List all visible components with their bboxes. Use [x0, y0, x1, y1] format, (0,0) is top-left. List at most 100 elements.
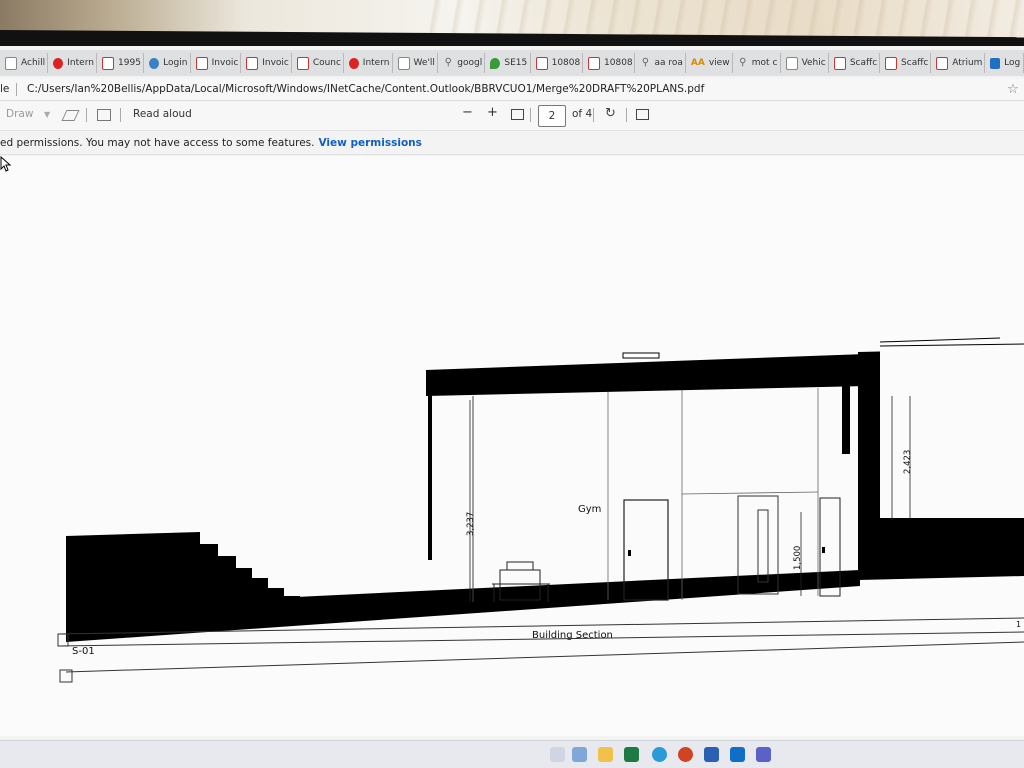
right-door-handle — [822, 547, 825, 553]
browser-tab[interactable]: 10808 — [583, 53, 636, 73]
dimension-height: 3,237 — [466, 511, 476, 536]
file-explorer-icon[interactable] — [598, 747, 613, 762]
right-column — [842, 376, 850, 454]
browser-tab[interactable]: 10808 — [531, 53, 584, 73]
edge-browser-icon[interactable] — [652, 747, 667, 762]
pdf-icon — [246, 56, 259, 70]
two-page-view-icon[interactable] — [97, 109, 111, 121]
store-icon[interactable] — [572, 747, 587, 762]
roof-slab — [426, 354, 866, 396]
toolbar-divider — [120, 108, 121, 122]
toolbar-divider — [593, 108, 594, 122]
page-count: of 4 — [572, 108, 593, 120]
search-icon: ⚲ — [739, 57, 747, 68]
title-line — [65, 641, 1024, 673]
blue-circle-icon — [149, 57, 160, 69]
toolbar-divider — [530, 108, 531, 122]
permissions-info-bar: ed permissions. You may not have access … — [0, 132, 1024, 155]
browser-tab[interactable]: Invoic — [191, 53, 242, 73]
interior-line — [681, 491, 819, 495]
aa-icon: AA — [690, 57, 705, 68]
edge-mark: 1 — [1016, 620, 1022, 629]
right-void-line — [879, 337, 1001, 343]
zoom-in-button[interactable]: + — [487, 105, 498, 120]
browser-tab[interactable]: ⚲ mot c — [733, 53, 781, 73]
chevron-down-icon[interactable]: ▼ — [44, 110, 50, 119]
draw-button[interactable]: Draw — [6, 108, 33, 120]
browser-tab[interactable]: Login — [144, 53, 191, 73]
browser-tab[interactable]: Log — [985, 53, 1024, 73]
mouse-cursor-icon — [0, 156, 12, 172]
dimension-right: 2,423 — [903, 449, 913, 474]
pdf-icon — [885, 56, 898, 70]
pdf-icon — [195, 56, 208, 70]
outlook-icon[interactable] — [730, 747, 745, 762]
address-bar[interactable]: le C:/Users/Ian%20Bellis/AppData/Local/M… — [0, 78, 1024, 101]
read-aloud-button[interactable]: Read aloud — [133, 108, 192, 120]
browser-tab[interactable]: ⚲ googl — [438, 53, 486, 73]
red-circle-icon — [53, 57, 64, 69]
toolbar-divider — [86, 108, 87, 122]
page-number-input[interactable]: 2 — [538, 105, 566, 127]
tall-slot — [757, 509, 769, 583]
pdf-toolbar: Draw ▼ Read aloud − + 2 of 4 ↻ — [0, 102, 1024, 131]
search-icon: ⚲ — [444, 57, 452, 68]
address-separator — [16, 82, 17, 96]
windows-icon — [990, 57, 1001, 69]
browser-tab[interactable]: AA view — [686, 53, 733, 73]
browser-tab[interactable]: Counc — [292, 53, 344, 73]
browser-tab[interactable]: SE15 — [485, 53, 531, 73]
browser-tab[interactable]: Atrium — [931, 53, 986, 73]
browser-tab[interactable]: 1995 — [97, 53, 145, 73]
browser-tab[interactable]: Invoic — [241, 53, 292, 73]
view-permissions-link[interactable]: View permissions — [318, 137, 421, 149]
search-icon: ⚲ — [641, 57, 650, 68]
browser-tab[interactable]: Scaffc — [880, 53, 932, 73]
zoom-out-button[interactable]: − — [462, 105, 473, 120]
address-url[interactable]: C:/Users/Ian%20Bellis/AppData/Local/Micr… — [27, 83, 1002, 95]
door-handle — [628, 550, 631, 556]
room-label-gym: Gym — [578, 504, 602, 515]
red-circle-icon — [348, 57, 359, 69]
browser-tab[interactable]: Achill — [0, 53, 49, 73]
eraser-icon[interactable] — [61, 110, 80, 121]
pdf-icon — [588, 56, 601, 70]
address-prefix: le — [0, 83, 10, 95]
fit-page-icon[interactable] — [511, 109, 524, 120]
page-icon — [5, 56, 17, 70]
powerpoint-icon[interactable] — [678, 747, 693, 762]
browser-tab[interactable]: Intern — [48, 53, 98, 73]
browser-tab[interactable]: ⚲ aa roa — [635, 53, 686, 73]
building-section-drawing — [57, 337, 1024, 683]
browser-tab[interactable]: Scaffc — [829, 53, 881, 73]
section-title: Building Section — [532, 630, 613, 641]
pdf-icon — [833, 56, 846, 70]
browser-tab-strip: Achill Intern 1995 Login Invoic Invoic C… — [0, 50, 1024, 76]
toolbar-divider — [626, 108, 627, 122]
right-void — [880, 342, 1024, 518]
excel-icon[interactable] — [624, 747, 639, 762]
gym-bench-top — [506, 561, 534, 571]
browser-tab[interactable]: Vehic — [781, 53, 829, 73]
roof-light — [622, 352, 660, 359]
page-icon — [785, 56, 798, 70]
browser-tab[interactable]: Intern — [344, 53, 393, 73]
pdf-icon — [535, 56, 548, 70]
pdf-icon — [936, 56, 949, 70]
permissions-message: ed permissions. You may not have access … — [0, 137, 315, 149]
teams-icon[interactable] — [756, 747, 771, 762]
favorite-star-icon[interactable]: ☆ — [1002, 82, 1024, 97]
page-view-icon[interactable] — [636, 109, 649, 120]
pdf-page: Gym Building Section S-01 1 3,237 1,500 … — [0, 156, 1024, 736]
rotate-icon[interactable]: ↻ — [605, 106, 616, 121]
word-icon[interactable] — [704, 747, 719, 762]
browser-tab[interactable]: We'll — [393, 53, 439, 73]
pdf-icon — [102, 56, 115, 70]
pdf-icon — [296, 56, 309, 70]
page-icon — [397, 56, 410, 70]
search-taskbar-icon[interactable] — [550, 747, 565, 762]
map-pin-icon — [490, 57, 501, 69]
monitor-screen: Achill Intern 1995 Login Invoic Invoic C… — [0, 46, 1024, 768]
taskbar — [0, 740, 1024, 768]
dimension-door: 1,500 — [793, 545, 803, 570]
